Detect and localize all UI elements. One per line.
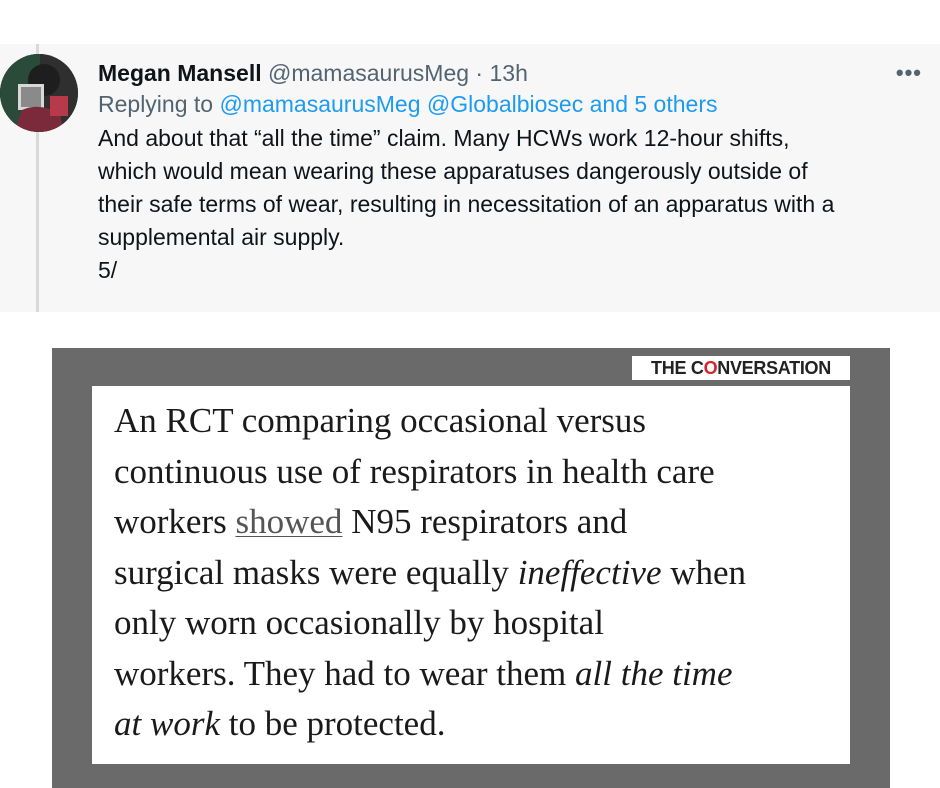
avatar-image — [0, 54, 78, 132]
quote-fragment: workers. They had to wear them — [114, 653, 576, 693]
quote-fragment: surgical masks were equally — [114, 552, 518, 592]
brand-logo: THE CONVERSATION — [632, 356, 850, 380]
quote-line: continuous use of respirators in health … — [114, 451, 715, 491]
tweet-text: And about that “all the time” claim. Man… — [98, 122, 918, 287]
replying-to: Replying to @mamasaurusMeg @Globalbiosec… — [98, 88, 918, 120]
mention-link[interactable]: @mamasaurusMeg — [219, 91, 420, 117]
timestamp[interactable]: 13h — [489, 60, 527, 86]
media-image[interactable]: THE CONVERSATION An RCT comparing occasi… — [52, 348, 890, 788]
replying-to-label: Replying to — [98, 91, 214, 117]
quote-line: An RCT comparing occasional versus — [114, 401, 647, 440]
quote-line: at work to be protected. — [114, 699, 844, 750]
quote-fragment: N95 respirators and — [342, 502, 628, 541]
tweet-body: Megan Mansell @mamasaurusMeg · 13h Reply… — [98, 58, 918, 287]
speech-bubble-icon: O — [703, 358, 718, 378]
brand-logo-right: NVERSATION — [717, 358, 831, 378]
quote-emphasis: all the time — [575, 653, 733, 693]
avatar[interactable] — [0, 54, 78, 132]
separator-dot: · — [475, 60, 484, 86]
tweet-text-line: supplemental air supply. — [98, 224, 345, 250]
mention-link[interactable]: @Globalbiosec — [427, 91, 583, 117]
quote-line: surgical masks were equally ineffective … — [114, 548, 844, 599]
quote-fragment: when — [661, 552, 747, 592]
quote-emphasis: at work — [114, 704, 220, 743]
author-name[interactable]: Megan Mansell — [98, 60, 262, 86]
tweet-text-line: their safe terms of wear, resulting in n… — [98, 191, 835, 217]
quote-line: workers. They had to wear them all the t… — [114, 649, 844, 700]
quote-fragment: workers — [114, 502, 236, 541]
quote-card: An RCT comparing occasional versus conti… — [92, 386, 850, 764]
quote-line: only worn occasionally by hospital — [114, 603, 604, 642]
showed-link[interactable]: showed — [236, 502, 343, 541]
quote-text: An RCT comparing occasional versus conti… — [114, 396, 844, 750]
others-link[interactable]: and 5 others — [590, 91, 718, 117]
quote-line: workers showed N95 respirators and — [114, 497, 844, 548]
tweet-text-line: And about that “all the time” claim. Man… — [98, 125, 790, 151]
quote-emphasis: ineffective — [517, 552, 662, 592]
brand-logo-left: THE C — [651, 358, 704, 378]
tweet-text-line: which would mean wearing these apparatus… — [98, 158, 808, 184]
tweet-header: Megan Mansell @mamasaurusMeg · 13h — [98, 58, 918, 88]
author-handle[interactable]: @mamasaurusMeg — [268, 60, 469, 86]
tweet-text-line: 5/ — [98, 257, 118, 283]
quote-fragment: to be protected. — [219, 704, 446, 743]
